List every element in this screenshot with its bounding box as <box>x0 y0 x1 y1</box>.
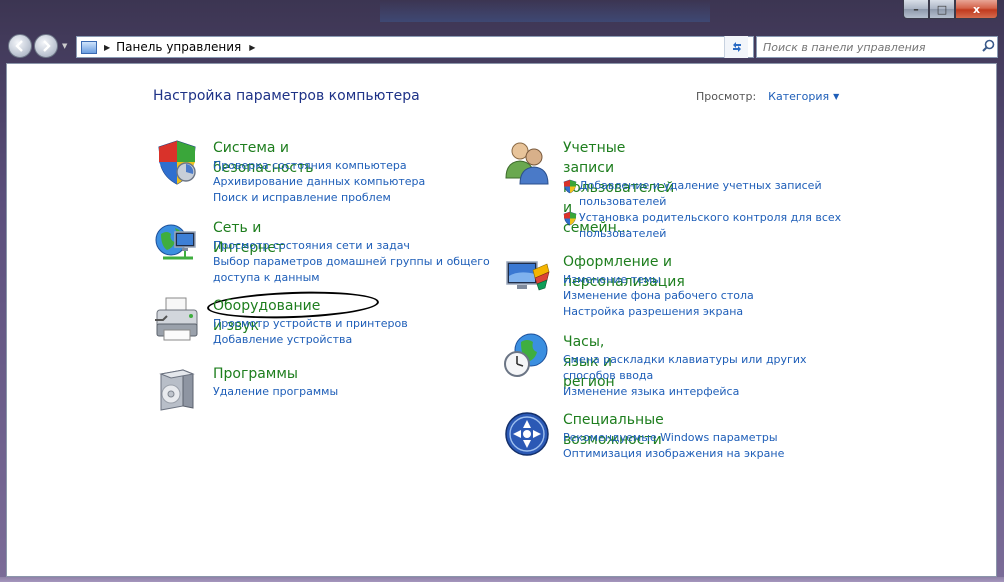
forward-button[interactable] <box>34 34 58 58</box>
category-links: Изменение темы Изменение фона рабочего с… <box>563 272 754 320</box>
refresh-button[interactable] <box>724 36 748 58</box>
task-link[interactable]: Изменение фона рабочего стола <box>563 288 754 304</box>
network-globe-icon[interactable] <box>153 218 201 266</box>
arrow-left-icon <box>15 40 23 52</box>
shield-icon[interactable] <box>153 138 201 186</box>
task-link[interactable]: Проверка состояния компьютера <box>213 158 425 174</box>
task-link[interactable]: Просмотр состояния сети и задач <box>213 238 490 254</box>
maximize-button[interactable]: □ <box>929 0 955 19</box>
refresh-icon <box>732 42 741 52</box>
task-link[interactable]: пользователей <box>579 226 841 242</box>
back-button[interactable] <box>8 34 32 58</box>
programs-box-icon[interactable] <box>153 364 201 412</box>
task-link[interactable]: Изменение языка интерфейса <box>563 384 807 400</box>
category-links: Добавление и удаление учетных записей по… <box>563 178 841 242</box>
uac-shield-icon <box>563 211 577 226</box>
breadcrumb-chevron-icon[interactable]: ▶ <box>104 43 110 52</box>
users-icon[interactable] <box>503 138 551 186</box>
task-link[interactable]: Выбор параметров домашней группы и общег… <box>213 254 490 270</box>
category-links: Рекомендуемые Windows параметры Оптимиза… <box>563 430 784 462</box>
task-link[interactable]: Изменение темы <box>563 272 754 288</box>
minimize-button[interactable]: – <box>903 0 929 19</box>
task-link[interactable]: Удаление программы <box>213 384 338 400</box>
personalization-monitor-icon[interactable] <box>503 252 551 300</box>
task-link[interactable]: доступа к данным <box>213 270 490 286</box>
search-box[interactable] <box>756 36 998 58</box>
page-title: Настройка параметров компьютера <box>153 88 420 104</box>
task-link[interactable]: Рекомендуемые Windows параметры <box>563 430 784 446</box>
category-links: Проверка состояния компьютера Архивирова… <box>213 158 425 206</box>
search-icon[interactable] <box>979 39 997 56</box>
navigation-bar: ▼ ▶ Панель управления ▶ ▼ <box>6 32 1000 60</box>
task-link[interactable]: Настройка разрешения экрана <box>563 304 754 320</box>
control-panel-icon <box>81 40 97 54</box>
category-links: Удаление программы <box>213 384 338 400</box>
task-link[interactable]: Оптимизация изображения на экране <box>563 446 784 462</box>
search-input[interactable] <box>757 39 979 55</box>
category-links: Просмотр состояния сети и задач Выбор па… <box>213 238 490 286</box>
task-link[interactable]: Смена раскладки клавиатуры или других <box>563 352 807 368</box>
address-bar[interactable]: ▶ Панель управления ▶ ▼ <box>76 36 754 58</box>
chevron-down-icon[interactable]: ▼ <box>833 92 839 101</box>
uac-shield-icon <box>563 179 577 194</box>
content-pane: Настройка параметров компьютера Просмотр… <box>6 63 997 577</box>
view-label: Просмотр: <box>696 90 757 103</box>
category-links: Смена раскладки клавиатуры или других сп… <box>563 352 807 400</box>
close-button[interactable]: x <box>955 0 998 19</box>
task-link[interactable]: пользователей <box>579 194 822 210</box>
task-link[interactable]: Архивирование данных компьютера <box>213 174 425 190</box>
task-link[interactable]: Поиск и исправление проблем <box>213 190 425 206</box>
task-link[interactable]: Добавление устройства <box>213 332 408 348</box>
task-link[interactable]: способов ввода <box>563 368 807 384</box>
task-link-row: Установка родительского контроля для все… <box>563 210 841 242</box>
category-links: Просмотр устройств и принтеров Добавлени… <box>213 316 408 348</box>
arrow-right-icon <box>43 40 51 52</box>
breadcrumb-control-panel[interactable]: Панель управления <box>116 40 241 54</box>
ease-of-access-icon[interactable] <box>503 410 551 458</box>
category-title[interactable]: Программы <box>213 364 298 384</box>
task-link-row: Добавление и удаление учетных записей по… <box>563 178 841 210</box>
task-link[interactable]: Добавление и удаление учетных записей <box>579 178 822 194</box>
printer-icon[interactable] <box>153 296 201 344</box>
view-selector: Просмотр: Категория ▼ <box>696 90 839 103</box>
window-bottom-border <box>0 577 1004 582</box>
recent-pages-dropdown-icon[interactable]: ▼ <box>62 42 67 50</box>
view-mode-dropdown[interactable]: Категория <box>768 90 829 103</box>
task-link[interactable]: Установка родительского контроля для все… <box>579 210 841 226</box>
caption-buttons: – □ x <box>903 0 998 19</box>
task-link[interactable]: Просмотр устройств и принтеров <box>213 316 408 332</box>
clock-globe-icon[interactable] <box>503 332 551 380</box>
breadcrumb-chevron-icon[interactable]: ▶ <box>249 43 255 52</box>
